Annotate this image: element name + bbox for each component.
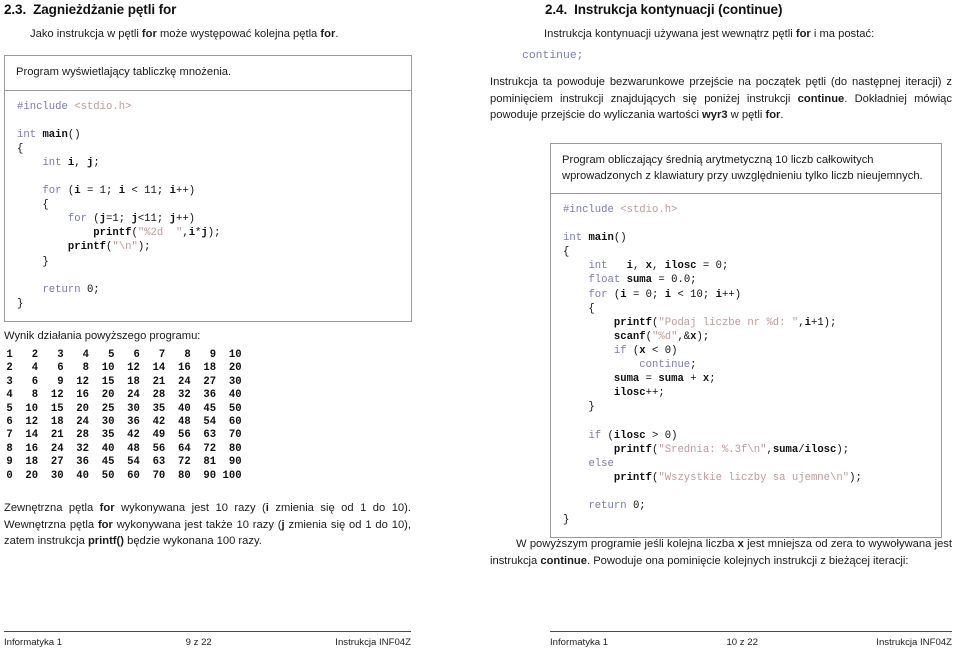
footer-doc-code: Instrukcja INF04Z: [335, 637, 411, 648]
output-row: 7 14 21 28 35 42 49 56 63 70: [0, 429, 242, 442]
page-left-heading: 2.3. Zagnieżdżanie pętli for: [4, 2, 176, 17]
page-left-closing-paragraph: Zewnętrzna pętla for wykonywana jest 10 …: [4, 502, 411, 548]
heading-title: Instrukcja kontynuacji (continue): [574, 2, 783, 17]
example-box-caption-right: Program obliczający średnią arytmetyczną…: [551, 144, 941, 194]
heading-number: 2.3.: [4, 2, 27, 17]
heading-title: Zagnieżdżanie pętli for: [33, 2, 177, 17]
output-row: 1 2 3 4 5 6 7 8 9 10: [0, 349, 242, 361]
footer-right-page: Informatyka 1 10 z 22 Instrukcja INF04Z: [550, 631, 952, 648]
output-row: 4 8 12 16 20 24 28 32 36 40: [0, 389, 242, 402]
page-left: 2.3. Zagnieżdżanie pętli for Jako instruk…: [0, 0, 455, 662]
example-box-caption-left: Program wyświetlający tabliczkę mnożenia…: [5, 56, 411, 91]
footer-doc-code: Instrukcja INF04Z: [876, 637, 952, 648]
page-left-intro-paragraph: Jako instrukcja w pętli for może występo…: [30, 28, 339, 40]
program-output-table: 1 2 3 4 5 6 7 8 9 10 2 4 6 8 10 12 14 16…: [0, 349, 242, 483]
example-box-left: Program wyświetlający tabliczkę mnożenia…: [4, 55, 412, 322]
code-listing-right: #include <stdio.h> int main() { int i, x…: [563, 204, 862, 527]
example-box-right: Program obliczający średnią arytmetyczną…: [550, 143, 942, 539]
code-listing-left: #include <stdio.h> int main() { int i, j…: [17, 100, 221, 310]
output-label-left: Wynik działania powyższego programu:: [4, 330, 201, 342]
page-right-closing-paragraph: W powyższym programie jeśli kolejna licz…: [490, 538, 952, 567]
heading-number: 2.4.: [545, 2, 568, 17]
page-right-explanation-paragraph: Instrukcja ta powoduje bezwarunkowe prze…: [490, 76, 952, 122]
output-row: 6 12 18 24 30 36 42 48 54 60: [0, 416, 242, 429]
footer-page-num: 9 z 22: [185, 637, 212, 648]
output-row: 5 10 15 20 25 30 35 40 45 50: [0, 402, 242, 415]
page-gutter: [455, 0, 490, 662]
page-right-intro-paragraph: Instrukcja kontynuacji używana jest wewn…: [544, 28, 875, 40]
document-spread: 2.3. Zagnieżdżanie pętli for Jako instruk…: [0, 0, 960, 662]
example-box-code-right: #include <stdio.h> int main() { int i, x…: [551, 194, 941, 537]
page-right: 2.4. Instrukcja kontynuacji (continue) In…: [490, 0, 960, 662]
example-box-code-left: #include <stdio.h> int main() { int i, j…: [5, 91, 411, 321]
footer-course: Informatyka 1: [550, 637, 609, 648]
footer-left-page: Informatyka 1 9 z 22 Instrukcja INF04Z: [4, 631, 411, 648]
footer-page-num: 10 z 22: [726, 637, 758, 648]
output-row: 2 4 6 8 10 12 14 16 18 20: [0, 362, 242, 375]
output-row: 9 18 27 36 45 54 63 72 81 90: [0, 456, 242, 469]
output-row: 8 16 24 32 40 48 56 64 72 80: [0, 442, 242, 455]
output-row: 3 6 9 12 15 18 21 24 27 30: [0, 375, 242, 388]
output-row: 0 20 30 40 50 60 70 80 90 100: [0, 469, 242, 482]
continue-syntax-sample: continue;: [522, 50, 584, 62]
page-right-heading: 2.4. Instrukcja kontynuacji (continue): [545, 2, 782, 17]
footer-course: Informatyka 1: [4, 637, 63, 648]
